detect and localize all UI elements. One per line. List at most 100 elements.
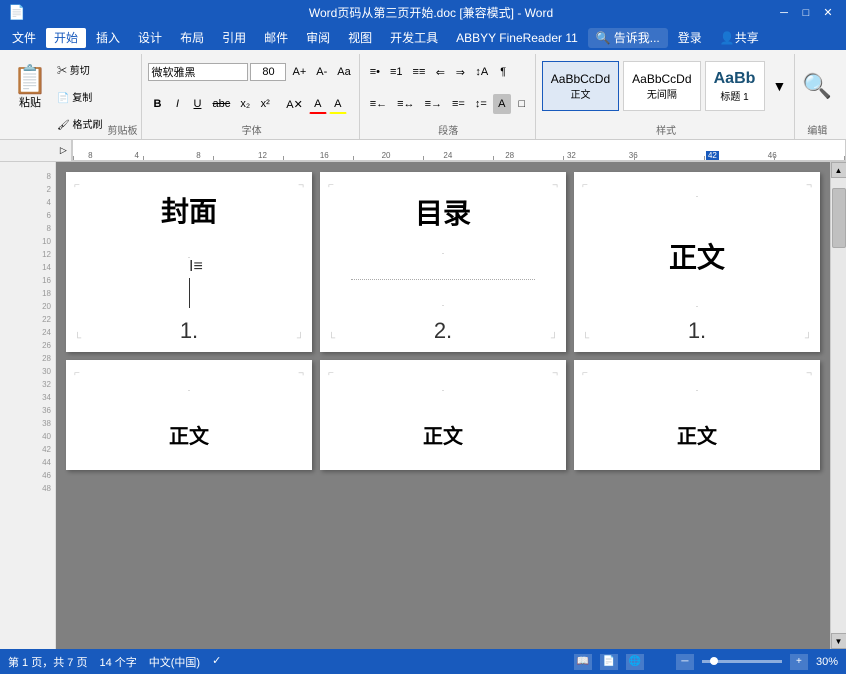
margin-num: 16 [42,276,51,285]
page-2-comma: · [442,248,445,258]
bold-button[interactable]: B [148,94,166,114]
menu-abbyy[interactable]: ABBYY FineReader 11 [448,28,586,48]
menu-developer[interactable]: 开发工具 [382,28,446,48]
bullets-button[interactable]: ≡• [366,62,384,82]
zoom-slider-thumb[interactable] [710,657,718,665]
scroll-track[interactable] [831,178,846,633]
font-row1: A+ A- Aa [148,56,354,88]
page-view-button[interactable]: 📄 [600,654,618,670]
cursor-1: I≡ [189,258,203,276]
page-5-dot: · [442,385,445,395]
vertical-scrollbar[interactable]: ▲ ▼ [830,162,846,649]
align-right-button[interactable]: ≡→ [421,94,446,114]
page-6-title: 正文 [677,420,717,449]
margin-num: 22 [42,315,51,324]
strikethrough-button[interactable]: abc [208,94,234,114]
increase-indent-button[interactable]: ⇒ [451,62,469,82]
font-size-selector[interactable] [250,63,286,81]
paragraph-group-label: 段落 [366,120,531,137]
menu-search[interactable]: 🔍 告诉我... [588,28,668,48]
status-right: 📖 📄 🌐 ─ + 30% [574,654,838,670]
menu-share[interactable]: 👤 共享 [712,28,767,48]
scroll-up-button[interactable]: ▲ [831,162,846,178]
clipboard-right: ✂ 剪切 📄 复制 🖌 格式刷 [52,56,105,137]
minimize-button[interactable]: ─ [774,5,794,21]
scroll-down-button[interactable]: ▼ [831,633,846,649]
shading-button[interactable]: A [493,94,511,114]
zoom-out-button[interactable]: ─ [676,654,694,670]
font-color-button[interactable]: A [309,94,327,114]
menu-mailings[interactable]: 邮件 [256,28,296,48]
menu-login[interactable]: 登录 [670,28,710,48]
style-normal[interactable]: AaBbCcDd 正文 [542,61,619,111]
menu-review[interactable]: 审阅 [298,28,338,48]
copy-button[interactable]: 📄 复制 [54,88,105,105]
font-group-label: 字体 [148,120,354,137]
ruler-toggle[interactable]: ▷ [56,140,72,162]
page-1: ⌐ ¬ 封面 · I≡ 1. └ ┘ [66,172,312,352]
superscript-button[interactable]: x² [256,94,274,114]
format-painter-button[interactable]: 🖌 格式刷 [54,115,105,132]
align-left-button[interactable]: ≡← [366,94,391,114]
subscript-button[interactable]: x₂ [236,94,254,114]
scroll-thumb[interactable] [832,188,846,248]
page-6: ⌐ ¬ · 正文 [574,360,820,470]
paste-label: 粘贴 [19,94,41,110]
highlight-button[interactable]: A [329,94,347,114]
font-name-selector[interactable] [148,63,248,81]
style-heading1[interactable]: AaBb 标题 1 [705,61,765,111]
styles-more-button[interactable]: ▼ [769,56,791,116]
case-button[interactable]: Aa [333,62,354,82]
numbering-button[interactable]: ≡1 [386,62,407,82]
underline-button[interactable]: U [188,94,206,114]
page-4-title: 正文 [169,420,209,449]
style-normal-label: 正文 [570,86,590,101]
page-4-content: · 正文 [74,372,304,462]
language: 中文(中国) [149,654,200,670]
margin-num: 24 [42,328,51,337]
line-spacing-button[interactable]: ↕= [471,94,491,114]
pages-container[interactable]: ⌐ ¬ 封面 · I≡ 1. └ ┘ ⌐ ¬ 目录 · · 2. └ ┘ [56,162,830,649]
shrink-font-button[interactable]: A- [312,62,331,82]
menu-insert[interactable]: 插入 [88,28,128,48]
read-view-button[interactable]: 📖 [574,654,592,670]
italic-button[interactable]: I [168,94,186,114]
corner-tr-3: ¬ [806,180,812,191]
menu-view[interactable]: 视图 [340,28,380,48]
left-margin: 8 2 4 6 8 10 12 14 16 18 20 22 24 26 28 … [0,162,56,649]
page-3-title: 正文 [669,236,725,276]
sort-button[interactable]: ↕A [471,62,492,82]
style-no-spacing[interactable]: AaBbCcDd 无间隔 [623,61,700,111]
align-center-button[interactable]: ≡↔ [393,94,418,114]
multilevel-button[interactable]: ≡≡ [409,62,430,82]
corner-tr-6: ¬ [806,368,812,379]
page-5: ⌐ ¬ · 正文 [320,360,566,470]
justify-button[interactable]: ≡= [448,94,469,114]
menu-references[interactable]: 引用 [214,28,254,48]
grow-font-button[interactable]: A+ [288,62,310,82]
maximize-button[interactable]: □ [796,5,816,21]
zoom-slider[interactable] [702,660,782,663]
menu-design[interactable]: 设计 [130,28,170,48]
border-button[interactable]: □ [513,94,531,114]
close-button[interactable]: ✕ [818,5,838,21]
share-icon: 👤 [720,31,735,45]
corner-tl-4: ⌐ [74,368,80,379]
cut-button[interactable]: ✂ 剪切 [54,61,105,78]
menu-layout[interactable]: 布局 [172,28,212,48]
editing-search-icon[interactable]: 🔍 [801,56,833,116]
zoom-in-button[interactable]: + [790,654,808,670]
corner-bl-2: └ [328,333,335,344]
clipboard-group: 📋 粘贴 ✂ 剪切 📄 复制 🖌 格式刷 剪贴板 [4,54,142,139]
decrease-indent-button[interactable]: ⇐ [431,62,449,82]
menu-file[interactable]: 文件 [4,28,44,48]
paste-button[interactable]: 📋 粘贴 [8,56,52,120]
web-view-button[interactable]: 🌐 [626,654,644,670]
menu-home[interactable]: 开始 [46,28,86,48]
page-5-content: · 正文 [328,372,558,462]
clear-format-button[interactable]: A✕ [282,94,307,114]
char-count: 14 个字 [99,654,136,670]
zoom-control[interactable] [702,660,782,663]
show-marks-button[interactable]: ¶ [494,62,512,82]
page-2-content: 目录 · · [328,184,558,318]
